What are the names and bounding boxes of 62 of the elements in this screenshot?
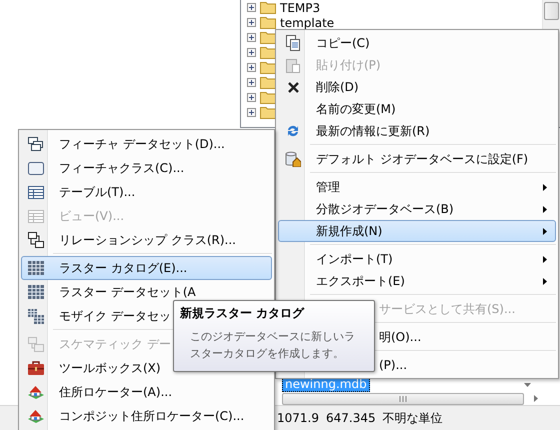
folder-icon — [260, 31, 276, 44]
folder-icon — [260, 16, 276, 29]
grip-icon — [398, 396, 408, 402]
expand-toggle[interactable] — [247, 108, 256, 117]
folder-icon — [260, 91, 276, 104]
stacked-grids-icon — [28, 308, 44, 324]
expand-toggle[interactable] — [247, 63, 256, 72]
expand-toggle[interactable] — [247, 3, 256, 12]
expand-toggle[interactable] — [247, 18, 256, 27]
house-icon — [28, 408, 44, 424]
stacked-squares-icon — [28, 137, 44, 151]
status-text: 647.345 — [326, 411, 376, 425]
menu-item[interactable]: コンポジット住所ロケーター(C)... — [21, 404, 272, 428]
copy-icon — [286, 35, 300, 51]
expand-toggle[interactable] — [247, 93, 256, 102]
toolbox-icon — [28, 361, 44, 375]
expand-toggle[interactable] — [247, 33, 256, 42]
menu-item[interactable]: ラスター カタログ(E)... — [21, 256, 272, 280]
rectangle-icon — [28, 162, 44, 174]
menu-item[interactable]: 新規作成(N) — [278, 220, 556, 242]
status-text: 不明な単位 — [382, 410, 443, 426]
menu-item[interactable]: フィーチャクラス(C)... — [21, 156, 272, 180]
menu-item[interactable]: 削除(D) — [278, 76, 556, 98]
status-text: 1071.9 — [277, 411, 319, 425]
menu-item[interactable]: 名前の変更(M) — [278, 98, 556, 120]
tooltip-text: このジオデータベースに新しいラスターカタログを作成します。 — [189, 329, 356, 362]
grid-icon — [28, 285, 44, 299]
menu-item[interactable]: インポート(T) — [278, 248, 556, 270]
folder-icon — [260, 1, 276, 14]
delete-icon — [288, 82, 298, 92]
linked-boxes-icon — [28, 232, 44, 248]
refresh-icon — [286, 124, 300, 138]
horizontal-scrollbar[interactable] — [282, 393, 524, 405]
folder-name[interactable]: TEMP3 — [280, 0, 320, 14]
menu-item[interactable]: 最新の情報に更新(R) — [278, 120, 556, 142]
menu-item[interactable]: 管理 — [278, 176, 556, 198]
grid-icon — [28, 261, 44, 275]
folder-icon — [260, 106, 276, 119]
menu-item[interactable]: ラスター データセット(A — [21, 280, 272, 304]
clipboard-icon — [286, 57, 300, 73]
menu-item[interactable]: 住所ロケーター(A)... — [21, 380, 272, 404]
tooltip-title: 新規ラスター カタログ — [180, 305, 306, 322]
folder-icon — [260, 46, 276, 59]
menu-item[interactable]: テーブル(T)... — [21, 180, 272, 204]
menu-item[interactable]: デフォルト ジオデータベースに設定(F) — [278, 148, 556, 170]
menu-item[interactable]: 分散ジオデータベース(B) — [278, 198, 556, 220]
expand-toggle[interactable] — [247, 48, 256, 57]
database-home-icon — [285, 151, 301, 167]
menu-item[interactable]: コピー(C) — [278, 32, 556, 54]
expand-toggle[interactable] — [247, 78, 256, 87]
house-icon — [28, 384, 44, 400]
scroll-right-icon[interactable] — [534, 395, 538, 402]
folder-icon — [260, 61, 276, 74]
dropdown-arrow-icon[interactable] — [524, 383, 531, 387]
folder-icon — [260, 76, 276, 89]
folder-name[interactable]: template — [280, 16, 334, 30]
table-icon — [28, 186, 44, 198]
table-icon — [28, 210, 44, 222]
menu-item[interactable]: エクスポート(E) — [278, 270, 556, 292]
schematic-icon — [28, 336, 44, 352]
menu-item[interactable]: フィーチャ データセット(D)... — [21, 132, 272, 156]
menu-item[interactable]: リレーションシップ クラス(R)... — [21, 228, 272, 252]
